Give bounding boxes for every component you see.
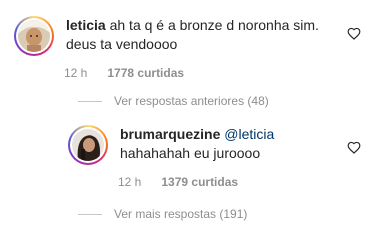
comment-username[interactable]: leticia	[66, 17, 106, 33]
reply-brumarquezine: brumarquezine @leticia hahahahah eu juro…	[68, 125, 274, 189]
avatar-brumarquezine	[72, 129, 104, 161]
reply-username[interactable]: brumarquezine	[120, 126, 220, 142]
reply-text: brumarquezine @leticia hahahahah eu juro…	[120, 125, 274, 163]
divider-line	[78, 213, 102, 215]
reply-mention[interactable]: @leticia	[224, 126, 274, 142]
reply-text-body: hahahahah eu juroooo	[120, 145, 261, 161]
reply-time[interactable]: 12 h	[118, 175, 141, 189]
reply-likes[interactable]: 1379 curtidas	[161, 175, 238, 189]
reply-meta: 12 h 1379 curtidas	[118, 175, 274, 189]
avatar-leticia-story-ring[interactable]	[14, 16, 54, 56]
avatar-leticia	[18, 20, 50, 52]
heart-outline-icon[interactable]	[347, 27, 361, 40]
view-previous-replies-label[interactable]: Ver respostas anteriores (48)	[114, 94, 269, 108]
comment-meta: 12 h 1778 curtidas	[64, 66, 319, 80]
comment-text-line2: deus ta vendoooo	[66, 36, 178, 52]
comment-likes[interactable]: 1778 curtidas	[107, 66, 184, 80]
comment-text: leticia ah ta q é a bronze d noronha sim…	[66, 16, 319, 54]
avatar-brumarquezine-story-ring[interactable]	[68, 125, 108, 165]
comment-text-line1: ah ta q é a bronze d noronha sim.	[109, 17, 319, 33]
heart-outline-icon[interactable]	[347, 141, 361, 154]
comment-time[interactable]: 12 h	[64, 66, 87, 80]
comment-leticia: leticia ah ta q é a bronze d noronha sim…	[14, 16, 319, 80]
view-previous-replies[interactable]: Ver respostas anteriores (48)	[78, 94, 269, 108]
divider-line	[78, 100, 102, 102]
view-more-replies[interactable]: Ver mais respostas (191)	[78, 207, 247, 221]
view-more-replies-label[interactable]: Ver mais respostas (191)	[114, 207, 247, 221]
